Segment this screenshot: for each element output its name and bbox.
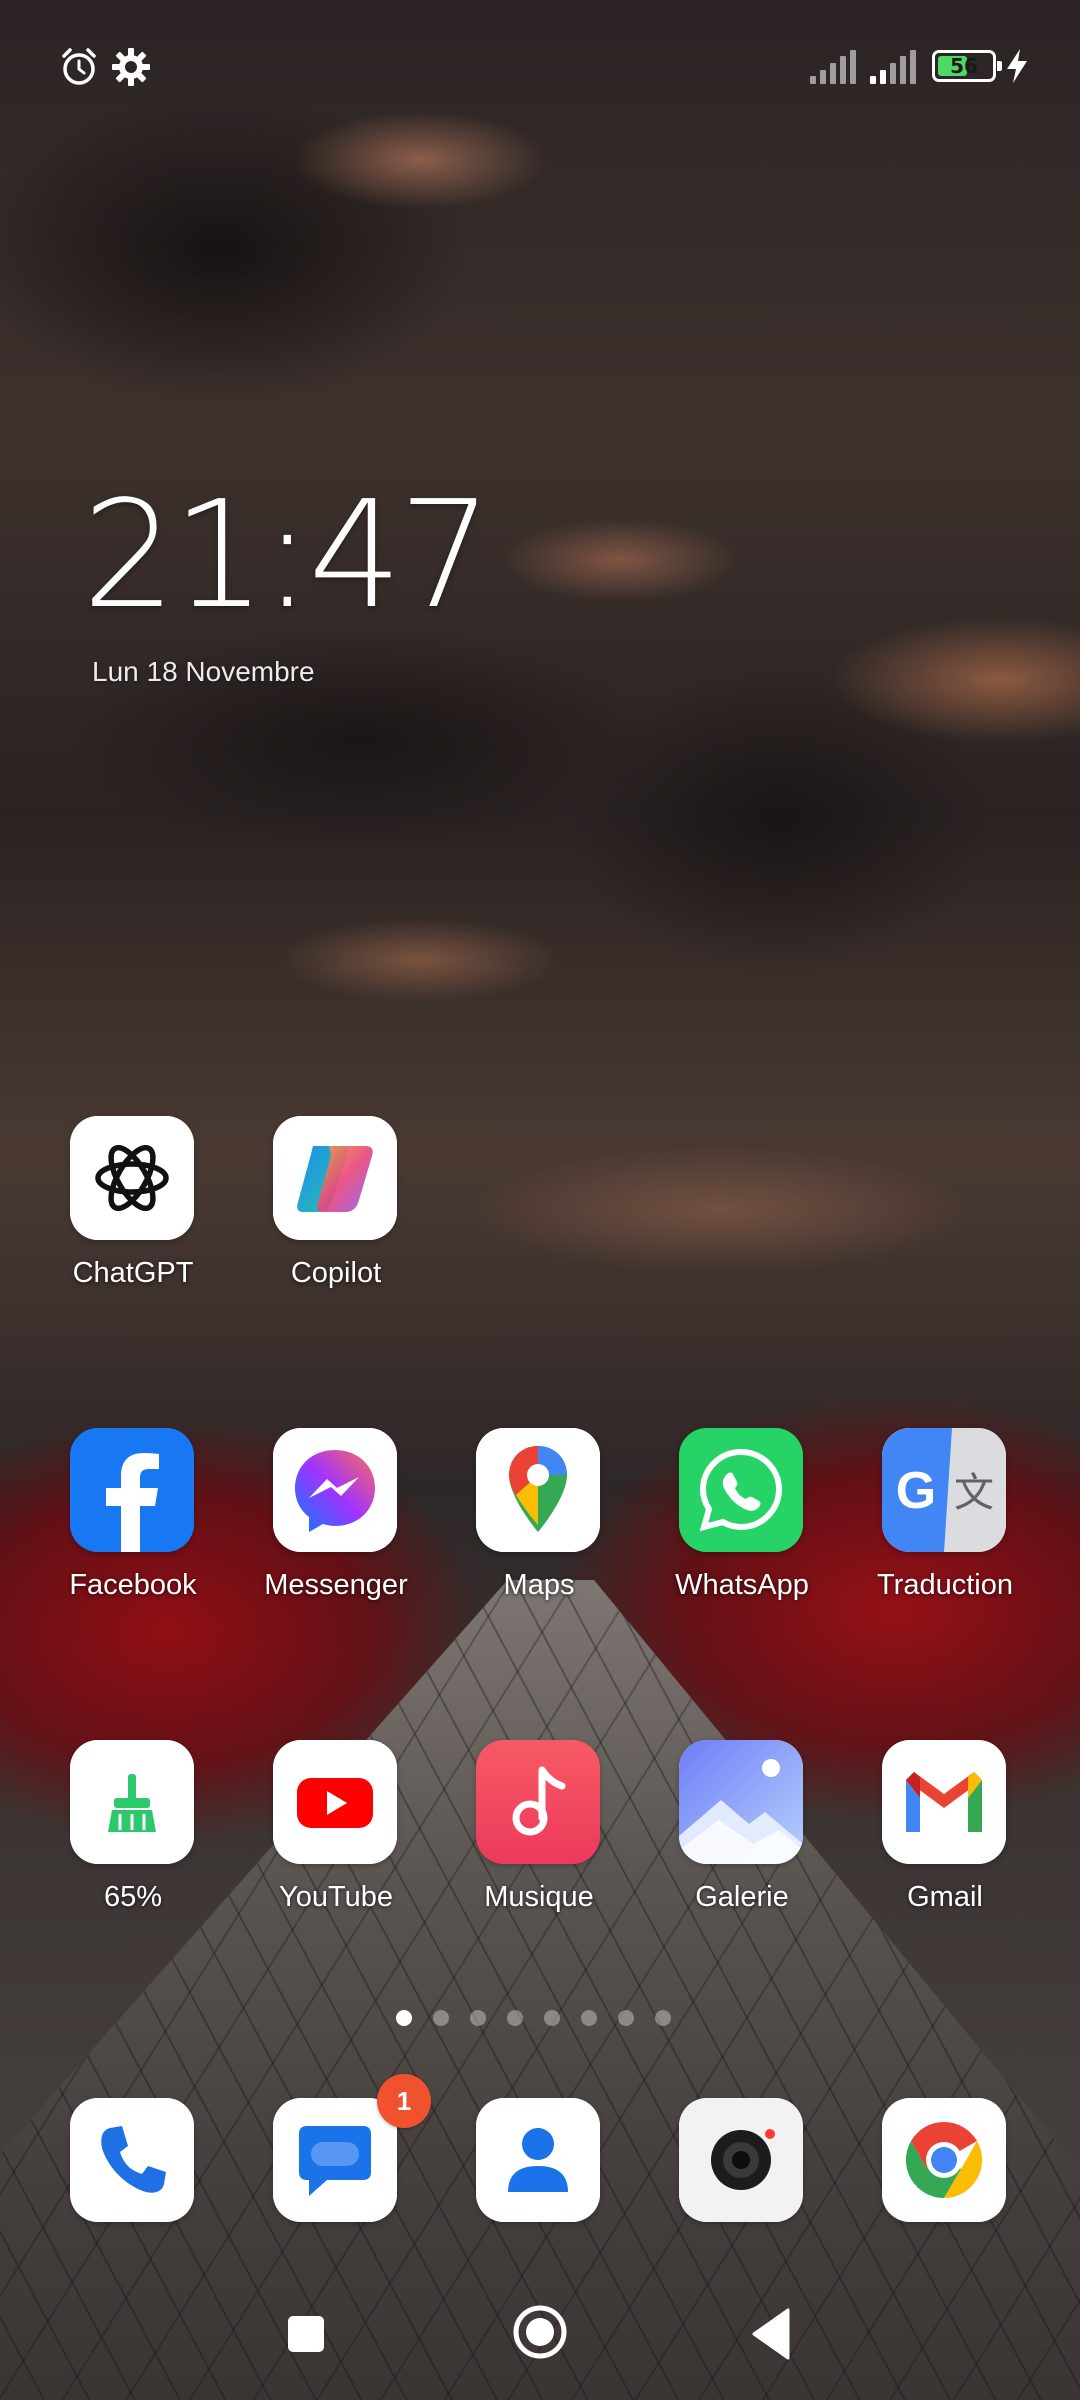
dock-camera[interactable] (647, 2098, 837, 2298)
app-facebook[interactable]: Facebook (38, 1428, 228, 1628)
dock-chrome[interactable] (850, 2098, 1040, 2298)
page-indicator[interactable] (396, 2010, 696, 2030)
youtube-icon (273, 1740, 397, 1864)
camera-icon (679, 2098, 803, 2222)
page-dot[interactable] (581, 2010, 597, 2026)
contacts-icon (476, 2098, 600, 2222)
gmail-icon (882, 1740, 1006, 1864)
dock-messages[interactable]: 1 (241, 2074, 431, 2298)
chrome-icon (882, 2098, 1006, 2222)
app-label-musique: Musique (484, 1881, 594, 1913)
messages-icon (273, 2098, 397, 2222)
translate-icon: G 文 (882, 1428, 1006, 1552)
app-label-gmail: Gmail (907, 1881, 983, 1913)
home-screen: 56 21:47 Lun 18 Novembre ChatGPT Copilot… (0, 0, 1080, 2400)
app-musique[interactable]: Musique (444, 1740, 634, 1940)
messenger-icon (273, 1428, 397, 1552)
clock-date[interactable]: Lun 18 Novembre (92, 656, 315, 688)
page-dot[interactable] (470, 2010, 486, 2026)
app-label-facebook: Facebook (69, 1569, 197, 1601)
page-dot[interactable] (544, 2010, 560, 2026)
settings-icon (112, 48, 150, 86)
app-label-cleaner: 65% (103, 1881, 163, 1913)
alarm-icon (62, 48, 96, 85)
gallery-icon (679, 1740, 803, 1864)
notification-badge: 1 (377, 2074, 431, 2128)
app-label-maps: Maps (503, 1569, 575, 1601)
page-dot[interactable] (507, 2010, 523, 2026)
svg-text:文: 文 (954, 1470, 994, 1516)
battery-icon: 56 (932, 50, 1002, 82)
music-icon (476, 1740, 600, 1864)
dock-contacts[interactable] (444, 2098, 634, 2298)
app-traduction[interactable]: G 文 Traduction (850, 1428, 1040, 1628)
page-dot[interactable] (618, 2010, 634, 2026)
broom-icon (70, 1740, 194, 1864)
navigation-bar (0, 2280, 1080, 2390)
app-label-chatgpt: ChatGPT (72, 1257, 194, 1289)
app-label-whatsapp: WhatsApp (675, 1569, 809, 1601)
app-label-copilot: Copilot (290, 1257, 382, 1289)
app-galerie[interactable]: Galerie (647, 1740, 837, 1940)
dock-phone[interactable] (38, 2098, 228, 2298)
recents-button[interactable] (282, 2310, 330, 2358)
page-dot[interactable] (655, 2010, 671, 2026)
app-copilot[interactable]: Copilot (241, 1116, 431, 1316)
maps-icon (476, 1428, 600, 1552)
app-label-messenger: Messenger (264, 1569, 408, 1601)
app-chatgpt[interactable]: ChatGPT (38, 1116, 228, 1316)
page-dot[interactable] (433, 2010, 449, 2026)
clock-time[interactable]: 21:47 (82, 480, 493, 630)
battery-level: 56 (950, 54, 978, 78)
app-label-youtube: YouTube (279, 1881, 393, 1913)
app-cleaner[interactable]: 65% (38, 1740, 228, 1940)
svg-text:G: G (896, 1462, 936, 1520)
signal-icon (810, 50, 856, 84)
battery-tip (997, 61, 1002, 71)
whatsapp-icon (679, 1428, 803, 1552)
copilot-icon (273, 1116, 397, 1240)
clock-widget[interactable]: 21:47 Lun 18 Novembre (82, 480, 542, 700)
phone-icon (70, 2098, 194, 2222)
app-label-traduction: Traduction (877, 1569, 1013, 1601)
app-maps[interactable]: Maps (444, 1428, 634, 1628)
app-messenger[interactable]: Messenger (241, 1428, 431, 1628)
signal-icon (870, 50, 916, 84)
facebook-icon (70, 1428, 194, 1552)
app-whatsapp[interactable]: WhatsApp (647, 1428, 837, 1628)
back-button[interactable] (748, 2306, 798, 2362)
status-bar[interactable]: 56 (0, 0, 1080, 130)
app-youtube[interactable]: YouTube (241, 1740, 431, 1940)
page-dot-active[interactable] (396, 2010, 412, 2026)
charging-icon (1007, 49, 1027, 83)
chatgpt-icon (70, 1116, 194, 1240)
app-gmail[interactable]: Gmail (850, 1740, 1040, 1940)
app-label-galerie: Galerie (695, 1881, 789, 1913)
home-button[interactable] (510, 2302, 570, 2362)
